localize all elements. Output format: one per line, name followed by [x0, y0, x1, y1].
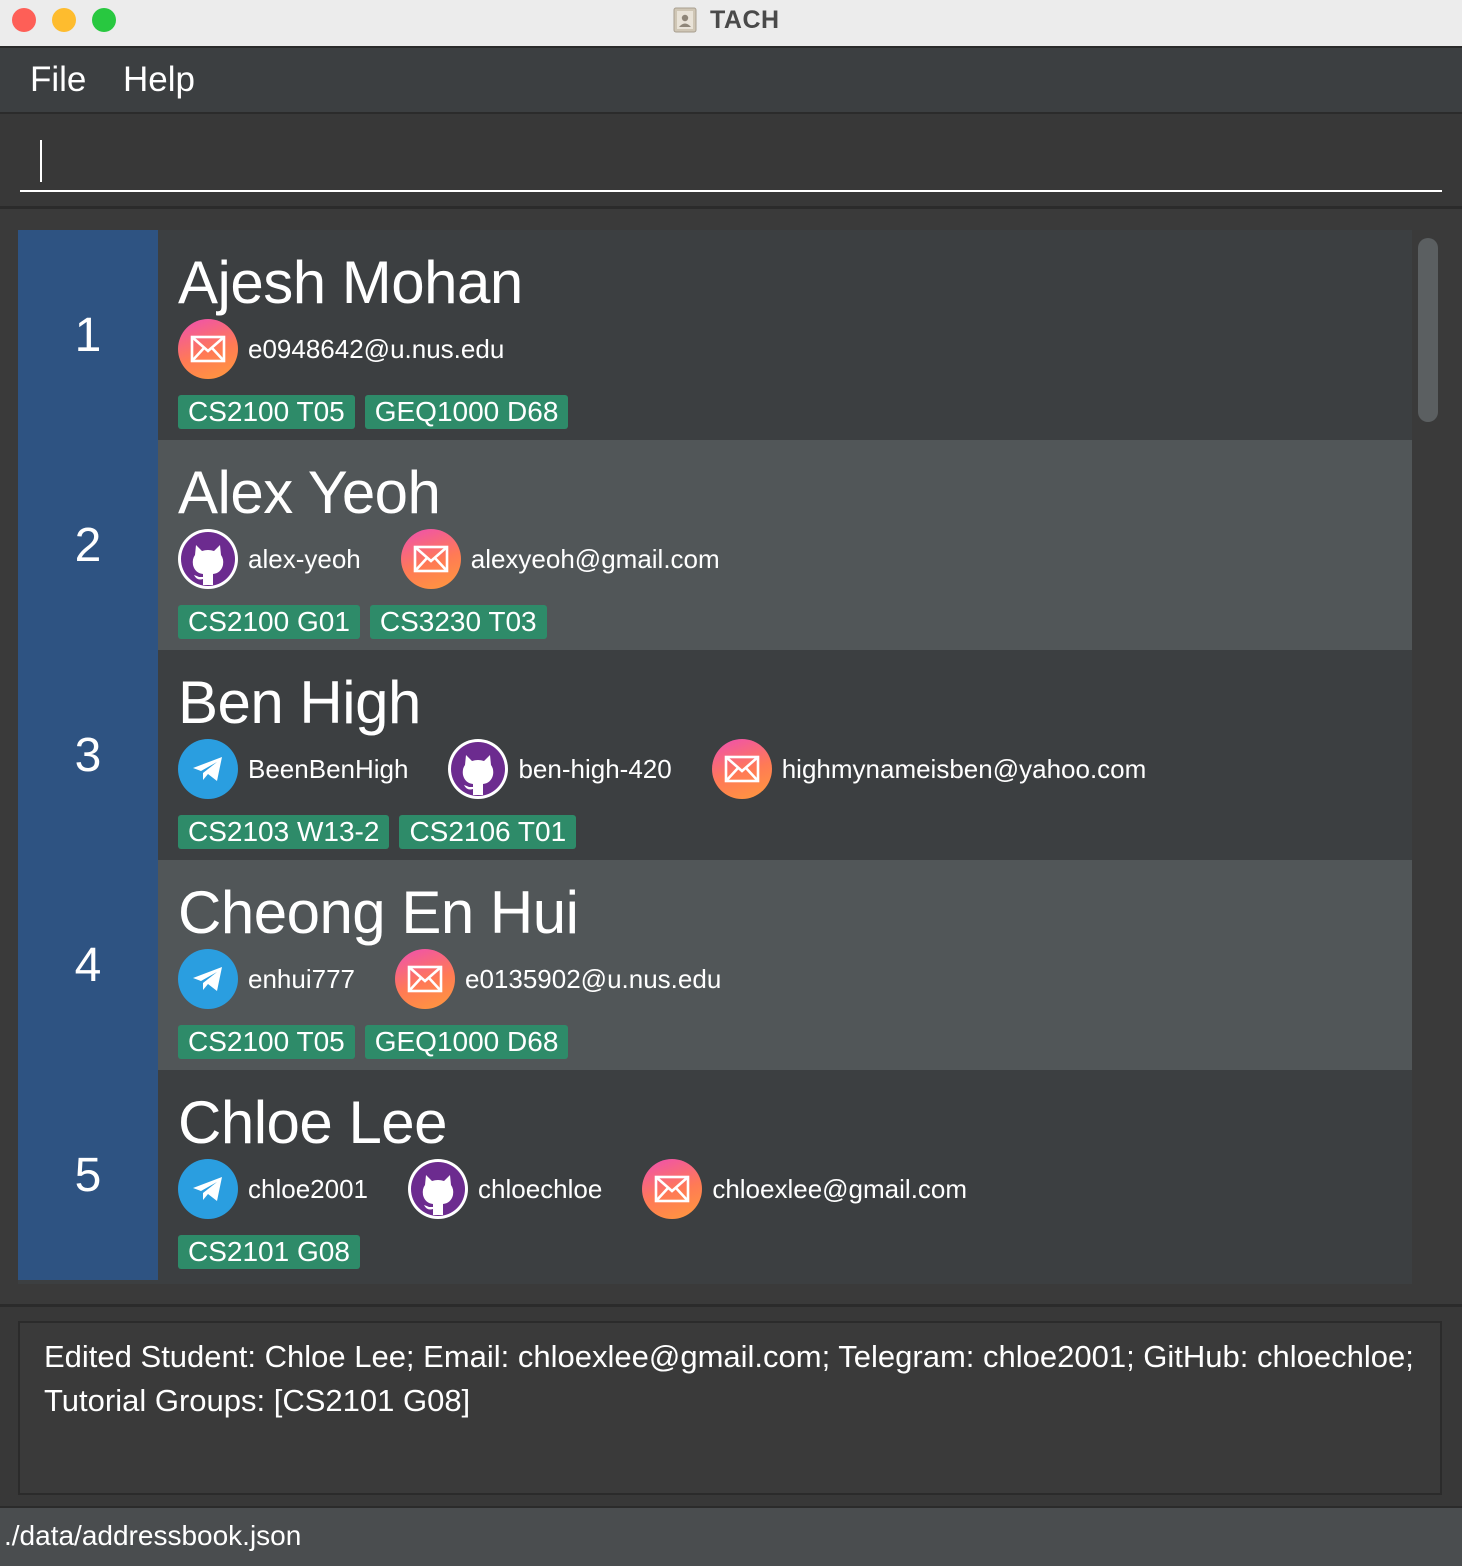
contact-telegram[interactable]: enhui777	[178, 949, 355, 1009]
window-title: TACH	[710, 5, 780, 34]
person-index: 2	[18, 440, 158, 650]
contact-email[interactable]: e0948642@u.nus.edu	[178, 319, 504, 379]
github-username: alex-yeoh	[248, 543, 361, 574]
tutorial-group-tag: CS3230 T03	[369, 605, 547, 639]
command-input[interactable]	[20, 130, 1442, 192]
person-index: 5	[18, 1070, 158, 1280]
person-contacts: e0948642@u.nus.edu	[178, 319, 544, 379]
contact-email[interactable]: e0135902@u.nus.edu	[395, 949, 721, 1009]
email-icon	[178, 319, 238, 379]
status-bar: ./data/addressbook.json	[0, 1506, 1462, 1566]
person-name: Chloe Lee	[178, 1089, 448, 1156]
telegram-icon	[178, 1159, 238, 1219]
github-username: ben-high-420	[518, 753, 672, 784]
contact-github[interactable]: chloechloe	[408, 1159, 602, 1219]
tutorial-group-tags: CS2100 G01 CS3230 T03	[178, 605, 557, 639]
tutorial-group-tag: CS2101 G08	[178, 1235, 360, 1269]
tutorial-group-tag: CS2100 T05	[178, 395, 355, 429]
person-contacts: enhui777 e0135902@u.nus.edu	[178, 949, 761, 1009]
list-scrollbar[interactable]	[1418, 238, 1438, 422]
person-name: Alex Yeoh	[178, 459, 441, 526]
person-card[interactable]: 5 Chloe Lee chloe2001 chloechloe chloexlee@g…	[18, 1070, 1412, 1280]
email-icon	[642, 1159, 703, 1219]
tutorial-group-tags: CS2100 T05 GEQ1000 D68	[178, 395, 578, 429]
person-contacts: alex-yeoh alexyeoh@gmail.com	[178, 529, 760, 589]
email-address: highmynameisben@yahoo.com	[781, 753, 1147, 784]
tutorial-group-tag: CS2103 W13-2	[178, 815, 390, 849]
person-name: Cheong En Hui	[178, 879, 579, 946]
result-display: Edited Student: Chloe Lee; Email: chloex…	[18, 1321, 1442, 1495]
contact-email[interactable]: highmynameisben@yahoo.com	[711, 739, 1147, 799]
close-window-button[interactable]	[12, 8, 36, 32]
person-contacts: BeenBenHigh ben-high-420 highmynameisben@y…	[178, 739, 1186, 799]
tutorial-group-tag: CS2100 T05	[178, 1025, 355, 1059]
tutorial-group-tag: CS2100 G01	[178, 605, 360, 639]
email-address: chloexlee@gmail.com	[712, 1173, 968, 1204]
minimize-window-button[interactable]	[52, 8, 76, 32]
contact-github[interactable]: alex-yeoh	[178, 529, 361, 589]
window-title-group: TACH	[672, 6, 780, 34]
github-icon	[178, 529, 238, 589]
contact-github[interactable]: ben-high-420	[448, 739, 672, 799]
person-index: 3	[18, 650, 158, 860]
person-card[interactable]: 4 Cheong En Hui enhui777 e0135902@u.nus.edu…	[18, 860, 1412, 1070]
telegram-handle: BeenBenHigh	[248, 753, 409, 784]
person-card[interactable]: 3 Ben High BeenBenHigh ben-high-420 highmyna…	[18, 650, 1412, 860]
contact-email[interactable]: alexyeoh@gmail.com	[400, 529, 720, 589]
address-book-icon	[673, 7, 697, 33]
command-box	[0, 114, 1462, 209]
email-icon	[711, 739, 772, 799]
email-address: e0948642@u.nus.edu	[248, 333, 505, 364]
github-username: chloechloe	[478, 1173, 603, 1204]
telegram-icon	[178, 739, 238, 799]
title-bar: TACH	[0, 0, 1462, 48]
email-icon	[400, 529, 461, 589]
person-index: 4	[18, 860, 158, 1070]
email-address: alexyeoh@gmail.com	[470, 543, 720, 574]
person-list[interactable]: 1 Ajesh Mohan e0948642@u.nus.edu CS2100 T05…	[18, 230, 1412, 1284]
tutorial-group-tags: CS2101 G08	[178, 1235, 370, 1269]
maximize-window-button[interactable]	[92, 8, 116, 32]
menu-file[interactable]: File	[30, 60, 86, 100]
telegram-handle: enhui777	[248, 963, 355, 994]
tutorial-group-tags: CS2103 W13-2 CS2106 T01	[178, 815, 586, 849]
person-index: 1	[18, 230, 158, 440]
tutorial-group-tag: CS2106 T01	[399, 815, 577, 849]
save-location-text: ./data/addressbook.json	[4, 1520, 302, 1551]
email-address: e0135902@u.nus.edu	[465, 963, 722, 994]
result-display-panel: Edited Student: Chloe Lee; Email: chloex…	[0, 1304, 1462, 1507]
menu-bar: File Help	[0, 48, 1462, 114]
telegram-icon	[178, 949, 238, 1009]
github-icon	[408, 1159, 468, 1219]
tutorial-group-tag: GEQ1000 D68	[364, 395, 569, 429]
github-icon	[448, 739, 509, 799]
telegram-handle: chloe2001	[248, 1173, 368, 1204]
tutorial-group-tag: GEQ1000 D68	[364, 1025, 569, 1059]
tutorial-group-tags: CS2100 T05 GEQ1000 D68	[178, 1025, 578, 1059]
text-caret	[40, 140, 42, 182]
person-card[interactable]: 2 Alex Yeoh alex-yeoh alexyeoh@gmail.com CS2…	[18, 440, 1412, 650]
contact-email[interactable]: chloexlee@gmail.com	[642, 1159, 967, 1219]
person-name: Ajesh Mohan	[178, 249, 523, 316]
contact-telegram[interactable]: BeenBenHigh	[178, 739, 408, 799]
person-card[interactable]: 1 Ajesh Mohan e0948642@u.nus.edu CS2100 T05…	[18, 230, 1412, 440]
contact-telegram[interactable]: chloe2001	[178, 1159, 368, 1219]
email-icon	[395, 949, 455, 1009]
person-contacts: chloe2001 chloechloe chloexlee@gmail.com	[178, 1159, 1007, 1219]
person-name: Ben High	[178, 669, 421, 736]
menu-help[interactable]: Help	[123, 60, 195, 100]
